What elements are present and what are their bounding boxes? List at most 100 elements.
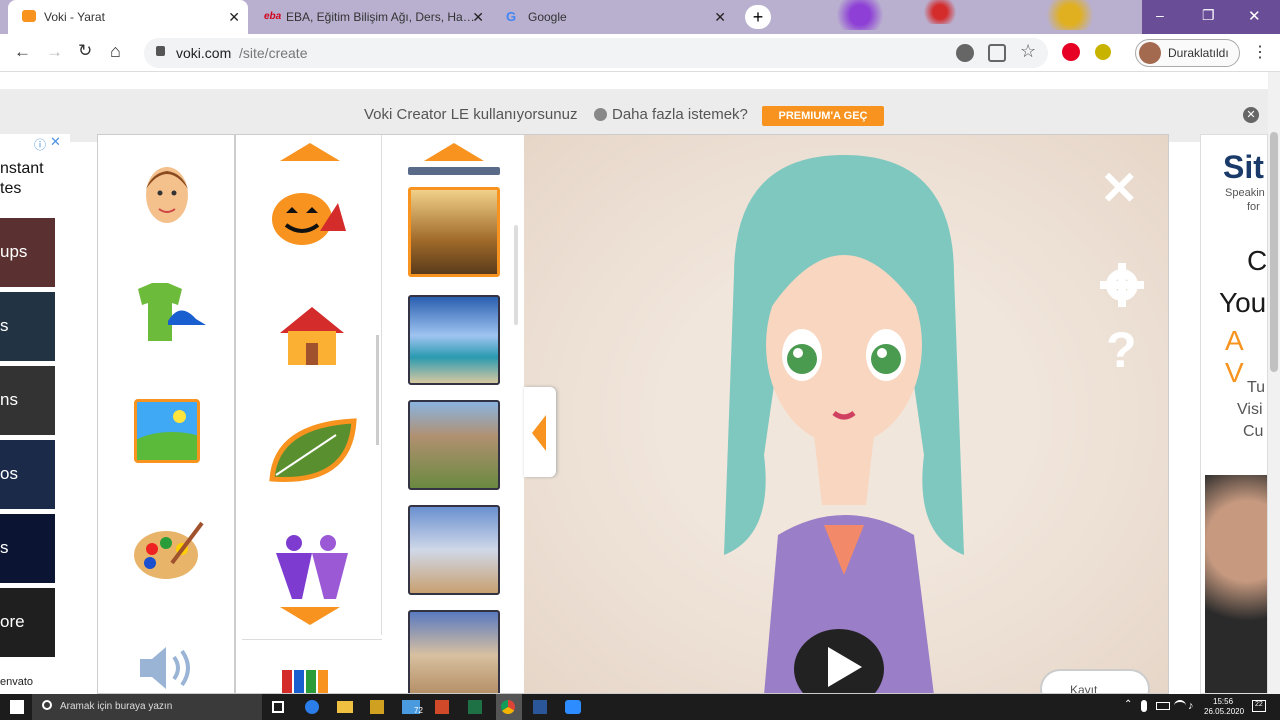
ad-logo: Sit	[1223, 149, 1264, 185]
bg-thumb-desert-mesa[interactable]	[408, 400, 500, 490]
page-content: Voki Creator LE kullanıyorsunuz Daha faz…	[0, 72, 1268, 694]
scrollbar[interactable]	[514, 225, 518, 325]
ad-text: Speakin	[1225, 187, 1265, 199]
start-icon[interactable]	[10, 700, 24, 714]
excel-icon[interactable]	[468, 700, 482, 714]
category-column	[98, 135, 236, 693]
ad-tile[interactable]: s	[0, 292, 55, 361]
tab-google[interactable]: G Google ✕	[494, 0, 734, 34]
head-icon[interactable]	[142, 159, 192, 229]
close-icon[interactable]: ✕	[472, 9, 484, 26]
address-bar[interactable]: voki.com /site/create ☆	[144, 38, 1048, 68]
people-icon[interactable]	[272, 533, 352, 603]
scroll-up-arrow[interactable]	[424, 143, 484, 161]
ad-text: Cu	[1243, 423, 1264, 440]
books-icon[interactable]	[318, 670, 328, 693]
tab-title: Google	[528, 10, 567, 24]
halloween-icon[interactable]	[270, 183, 350, 249]
speaker-icon[interactable]	[136, 643, 200, 693]
powerpoint-icon[interactable]	[435, 700, 449, 714]
ad-tile[interactable]: os	[0, 440, 55, 509]
house-icon[interactable]	[276, 303, 348, 367]
scroll-down-arrow[interactable]	[280, 607, 340, 625]
close-icon[interactable]: ✕	[1100, 161, 1139, 215]
scroll-up-arrow[interactable]	[280, 143, 340, 161]
profile-button[interactable]: Duraklatıldı	[1135, 39, 1240, 67]
bg-thumb-sand-dunes[interactable]	[408, 610, 500, 693]
voki-icon	[22, 10, 36, 22]
new-tab-button[interactable]: +	[745, 5, 771, 29]
close-icon[interactable]: ✕	[714, 9, 726, 26]
reload-button[interactable]: ↻	[78, 41, 92, 61]
right-ad[interactable]: Sit Speakin for C You A V Tu Visi Cu	[1200, 134, 1268, 694]
close-icon[interactable]: ✕	[50, 134, 61, 150]
ad-text: tes	[0, 180, 22, 197]
save-button[interactable]: Kayıt	[1040, 669, 1150, 693]
bookmark-star-icon[interactable]: ☆	[1020, 41, 1036, 62]
blocked-cookie-icon[interactable]	[956, 44, 974, 62]
battery-icon[interactable]	[1156, 702, 1170, 710]
gear-icon[interactable]	[1098, 261, 1146, 309]
pinterest-icon[interactable]	[1062, 43, 1080, 61]
tray-up-icon[interactable]: ⌃	[1124, 699, 1132, 710]
word-icon[interactable]	[533, 700, 547, 714]
butterfly-decoration	[920, 0, 960, 24]
store-icon[interactable]	[370, 700, 384, 714]
ad-tile[interactable]: ups	[0, 218, 55, 287]
ad-tile[interactable]: s	[0, 514, 55, 583]
left-ad[interactable]: ⓘ ✕ nstant tes ups s ns os s ore envato	[0, 134, 70, 694]
menu-icon[interactable]: ⋮	[1252, 42, 1268, 62]
task-view-icon[interactable]	[272, 701, 284, 713]
window-close-button[interactable]: ✕	[1248, 7, 1261, 25]
ad-tile[interactable]: ns	[0, 366, 55, 435]
color-palette-icon[interactable]	[132, 519, 204, 583]
windows-taskbar: Aramak için buraya yazın 72 ⌃ ♪ 15:56 26…	[0, 694, 1280, 720]
bg-thumb-cactus-desert[interactable]	[408, 505, 500, 595]
volume-icon[interactable]: ♪	[1188, 700, 1194, 712]
tab-voki[interactable]: Voki - Yarat ✕	[8, 0, 248, 34]
tab-title: EBA, Eğitim Bilişim Ağı, Ders, Ha…	[286, 10, 475, 24]
ad-tile[interactable]: ore	[0, 588, 55, 657]
extension-icon[interactable]	[1095, 44, 1111, 60]
edge-icon[interactable]	[305, 700, 319, 714]
clock-time[interactable]: 15:56	[1213, 697, 1233, 706]
ad-text: nstant	[0, 160, 44, 177]
search-icon	[42, 700, 52, 710]
close-icon[interactable]: ✕	[1243, 107, 1259, 123]
home-button[interactable]: ⌂	[110, 41, 121, 62]
chrome-icon[interactable]	[501, 700, 515, 714]
collapse-panel-button[interactable]	[524, 387, 556, 477]
clothing-icon[interactable]	[128, 281, 208, 345]
scrollbar[interactable]	[376, 335, 379, 445]
bg-thumb-beach-sky[interactable]	[408, 295, 500, 385]
file-explorer-icon[interactable]	[337, 701, 353, 713]
clock-date[interactable]: 26.05.2020	[1204, 707, 1244, 716]
background-icon[interactable]	[134, 399, 200, 463]
zoom-icon[interactable]	[565, 700, 581, 714]
character-avatar	[724, 155, 964, 693]
premium-button[interactable]: PREMIUM'A GEÇ	[762, 106, 884, 126]
nature-leaf-icon[interactable]	[266, 415, 358, 489]
help-icon[interactable]	[594, 108, 607, 121]
theme-column	[242, 135, 382, 635]
minimize-button[interactable]: –	[1156, 7, 1164, 23]
restore-button[interactable]: ❐	[1202, 7, 1215, 24]
forward-button[interactable]: →	[46, 42, 63, 62]
translate-icon[interactable]	[988, 44, 1006, 62]
wifi-icon[interactable]	[1174, 700, 1186, 712]
chevron-left-icon	[532, 415, 546, 451]
browser-toolbar: ← → ↻ ⌂ voki.com /site/create ☆ Duraklat…	[0, 34, 1280, 72]
avatar	[1139, 42, 1161, 64]
mail-badge: 72	[414, 706, 423, 715]
tab-eba[interactable]: eba EBA, Eğitim Bilişim Ağı, Ders, Ha… ✕	[252, 0, 492, 34]
bg-thumb-autumn-forest[interactable]	[408, 187, 500, 277]
back-button[interactable]: ←	[14, 42, 31, 62]
page-scrollbar[interactable]	[1268, 72, 1280, 694]
envato-logo: envato	[0, 676, 34, 688]
adchoices-icon[interactable]: ⓘ	[34, 136, 46, 153]
microphone-icon[interactable]	[1141, 700, 1147, 712]
help-icon[interactable]: ?	[1106, 321, 1137, 379]
taskbar-search[interactable]: Aramak için buraya yazın	[32, 694, 262, 720]
close-icon[interactable]: ✕	[228, 9, 240, 26]
scroll-thumb[interactable]	[1270, 132, 1278, 372]
